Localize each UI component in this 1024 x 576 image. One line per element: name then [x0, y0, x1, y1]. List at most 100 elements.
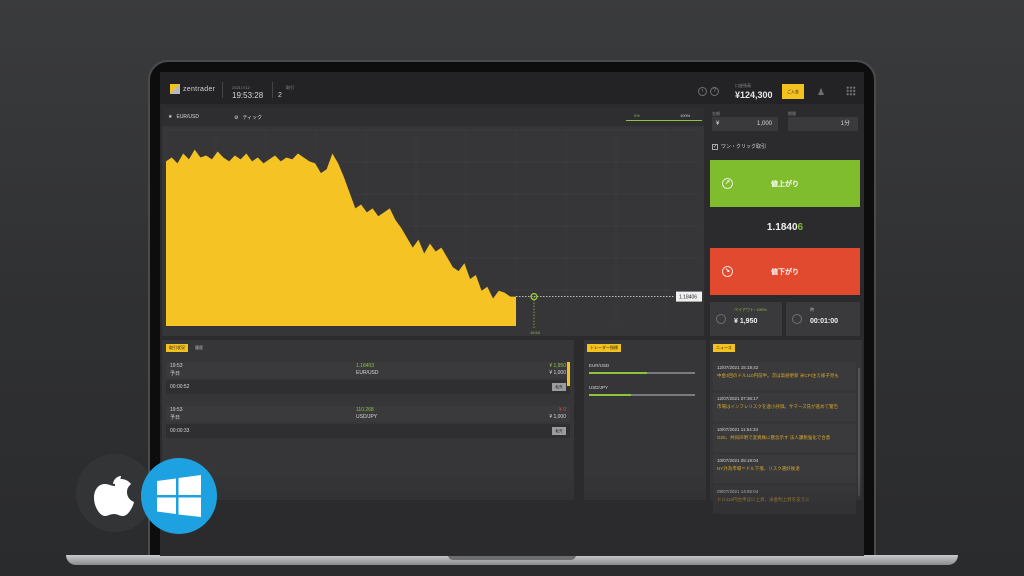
period-select[interactable]: 1分 — [788, 117, 858, 131]
news-item[interactable]: 12/07/2021 07:36:17 市場はインフレリスクを過小評価。サマーズ… — [713, 393, 856, 421]
position-item[interactable]: 19:53 予日 1.18403 EUR/USD ¥ 1,950 ¥ 1,000… — [166, 362, 570, 394]
sentiment-fill — [589, 394, 632, 396]
windows-icon — [157, 475, 201, 517]
payout-box: ペイアウト: 195% ¥ 1,950 — [710, 302, 782, 336]
chart-type-selector[interactable]: ⚙ ティック — [234, 114, 263, 122]
logo-icon — [170, 84, 180, 94]
user-icon[interactable]: ♟ — [817, 87, 825, 98]
chart-toolbar: ★ EUR/USD ⚙ ティック 0% 100% — [162, 108, 704, 126]
position-timer-row: 00:00:52 転売 — [166, 380, 570, 394]
payout-value: ¥ 1,950 — [734, 318, 758, 325]
star-icon[interactable]: ★ — [168, 114, 172, 120]
news-item[interactable]: 12/07/2021 15:18:42 中金3回のドル110円前半。次は高値更新… — [713, 362, 856, 390]
oneclick-label: ワン・クリック取引 — [721, 144, 767, 150]
sell-down-label: 値下がり — [771, 269, 799, 276]
news-headline: 市場はインフレリスクを過小評価。サマーズ氏が進めて警告 — [717, 404, 839, 409]
price-area-series — [166, 149, 516, 326]
position-payout: ¥ 0 — [559, 407, 566, 413]
payout-label: ペイアウト: 195% — [734, 307, 767, 312]
pair-selector[interactable]: ★ EUR/USD — [168, 114, 199, 120]
news-headline: 中金3回のドル110円前半。次は高値更新 米CPI注え様子見も — [717, 373, 839, 378]
sell-down-button[interactable]: ↘ 値下がり — [710, 248, 860, 295]
resell-button[interactable]: 転売 — [552, 427, 566, 435]
tab-trader-sentiment[interactable]: トレーダー指標 — [587, 344, 621, 352]
price-last-digit: 6 — [797, 222, 804, 233]
position-time: 19:53 — [170, 407, 183, 413]
position-stake: ¥ 1,000 — [549, 370, 566, 376]
windows-logo-badge — [141, 458, 217, 534]
payout-icon — [716, 314, 726, 324]
gear-icon: ⚙ — [234, 114, 239, 121]
chart-panel: ★ EUR/USD ⚙ ティック 0% 100% 1.18406 19:54 — [162, 108, 704, 336]
balance-value: ¥124,300 — [735, 90, 773, 100]
balance-label: 口座残高 — [735, 83, 751, 88]
position-side: 予日 — [170, 371, 181, 377]
position-payout: ¥ 1,950 — [549, 363, 566, 369]
position-rate: 110.268 — [356, 407, 374, 413]
resell-button[interactable]: 転売 — [552, 383, 566, 391]
sentiment-row: EUR/USD — [587, 362, 701, 380]
position-countdown: 00:00:33 — [170, 428, 190, 434]
timer-label: 時 — [810, 307, 814, 312]
buy-up-label: 値上がり — [771, 181, 799, 188]
sentiment-pair: EUR/USD — [589, 363, 610, 368]
price-main: 1.1840 — [766, 222, 798, 233]
news-date: 10/07/2021 11:54:33 — [717, 427, 758, 432]
position-timer-row: 00:00:33 転売 — [166, 424, 570, 438]
positions-count-label: 取引 — [286, 85, 294, 90]
pair-label: EUR/USD — [176, 114, 199, 120]
position-pair: USD/JPY — [356, 414, 378, 420]
positions-count: 2 — [278, 92, 282, 99]
position-side: 予日 — [170, 415, 181, 421]
current-price: 1.18406 — [708, 222, 862, 233]
position-indicator — [567, 362, 570, 386]
app-logo[interactable]: zentrader — [170, 84, 215, 94]
tab-open-trades[interactable]: 取引状況 — [166, 344, 188, 352]
price-tag-label: 1.18406 — [679, 295, 697, 301]
chart-type-label: ティック — [242, 115, 263, 121]
header-divider — [222, 82, 223, 98]
period-value: 1分 — [840, 121, 850, 127]
news-headline: G20、共同声明で変異株に懸念示す 法人課税強化で合意 — [717, 435, 831, 440]
buy-up-button[interactable]: ↗ 値上がり — [710, 160, 860, 207]
zoom-min-label: 0% — [634, 113, 640, 118]
currency-symbol: ¥ — [716, 121, 720, 127]
menu-grid-icon[interactable] — [846, 86, 856, 96]
help-icon[interactable]: ? — [710, 87, 719, 96]
screen-fade — [160, 472, 864, 556]
position-stake: ¥ 1,000 — [549, 414, 566, 420]
position-countdown: 00:00:52 — [170, 384, 190, 390]
position-item[interactable]: 19:53 予日 110.268 USD/JPY ¥ 0 ¥ 1,000 00:… — [166, 406, 570, 438]
back-icon[interactable]: ‹ — [698, 87, 707, 96]
logo-text: zentrader — [183, 85, 216, 93]
price-chart[interactable]: 1.18406 19:54 — [162, 126, 704, 336]
news-date: 10/07/2021 05:19:04 — [717, 458, 759, 463]
position-pair: EUR/USD — [356, 370, 379, 376]
header-date: 2021/7/12 — [232, 85, 250, 90]
amount-input[interactable]: ¥ 1,000 — [712, 117, 778, 131]
checkbox-icon[interactable]: ✓ — [712, 143, 718, 150]
oneclick-toggle[interactable]: ✓ ワン・クリック取引 — [712, 143, 766, 150]
position-row: 19:53 予日 110.268 USD/JPY ¥ 0 ¥ 1,000 — [166, 406, 570, 422]
tab-history[interactable]: 履歴 — [192, 344, 206, 352]
time-marker-label: 19:54 — [530, 330, 541, 335]
timer-box: 時 00:01:00 — [786, 302, 860, 336]
news-item[interactable]: 10/07/2021 11:54:33 G20、共同声明で変異株に懸念示す 法人… — [713, 424, 856, 452]
timer-value: 00:01:00 — [810, 318, 839, 325]
sentiment-pair: USD/JPY — [589, 385, 609, 390]
position-rate: 1.18403 — [356, 363, 375, 369]
trading-app-screen: zentrader 2021/7/12 19:53:28 取引 2 ‹ ? 口座… — [160, 72, 864, 556]
position-time: 19:53 — [170, 363, 183, 369]
clock-icon — [792, 314, 802, 324]
deposit-button[interactable]: ご入金 — [782, 84, 804, 99]
sentiment-row: USD/JPY — [587, 384, 701, 402]
sentiment-fill — [589, 372, 648, 374]
sentiment-bar — [589, 394, 695, 396]
tab-news[interactable]: ニュース — [713, 344, 735, 352]
news-date: 12/07/2021 15:18:42 — [717, 365, 759, 370]
header-divider — [272, 82, 273, 98]
zoom-max-label: 100% — [680, 113, 691, 118]
zoom-slider[interactable] — [626, 120, 702, 121]
header-time: 19:53:28 — [232, 91, 264, 100]
position-row: 19:53 予日 1.18403 EUR/USD ¥ 1,950 ¥ 1,000 — [166, 362, 570, 378]
